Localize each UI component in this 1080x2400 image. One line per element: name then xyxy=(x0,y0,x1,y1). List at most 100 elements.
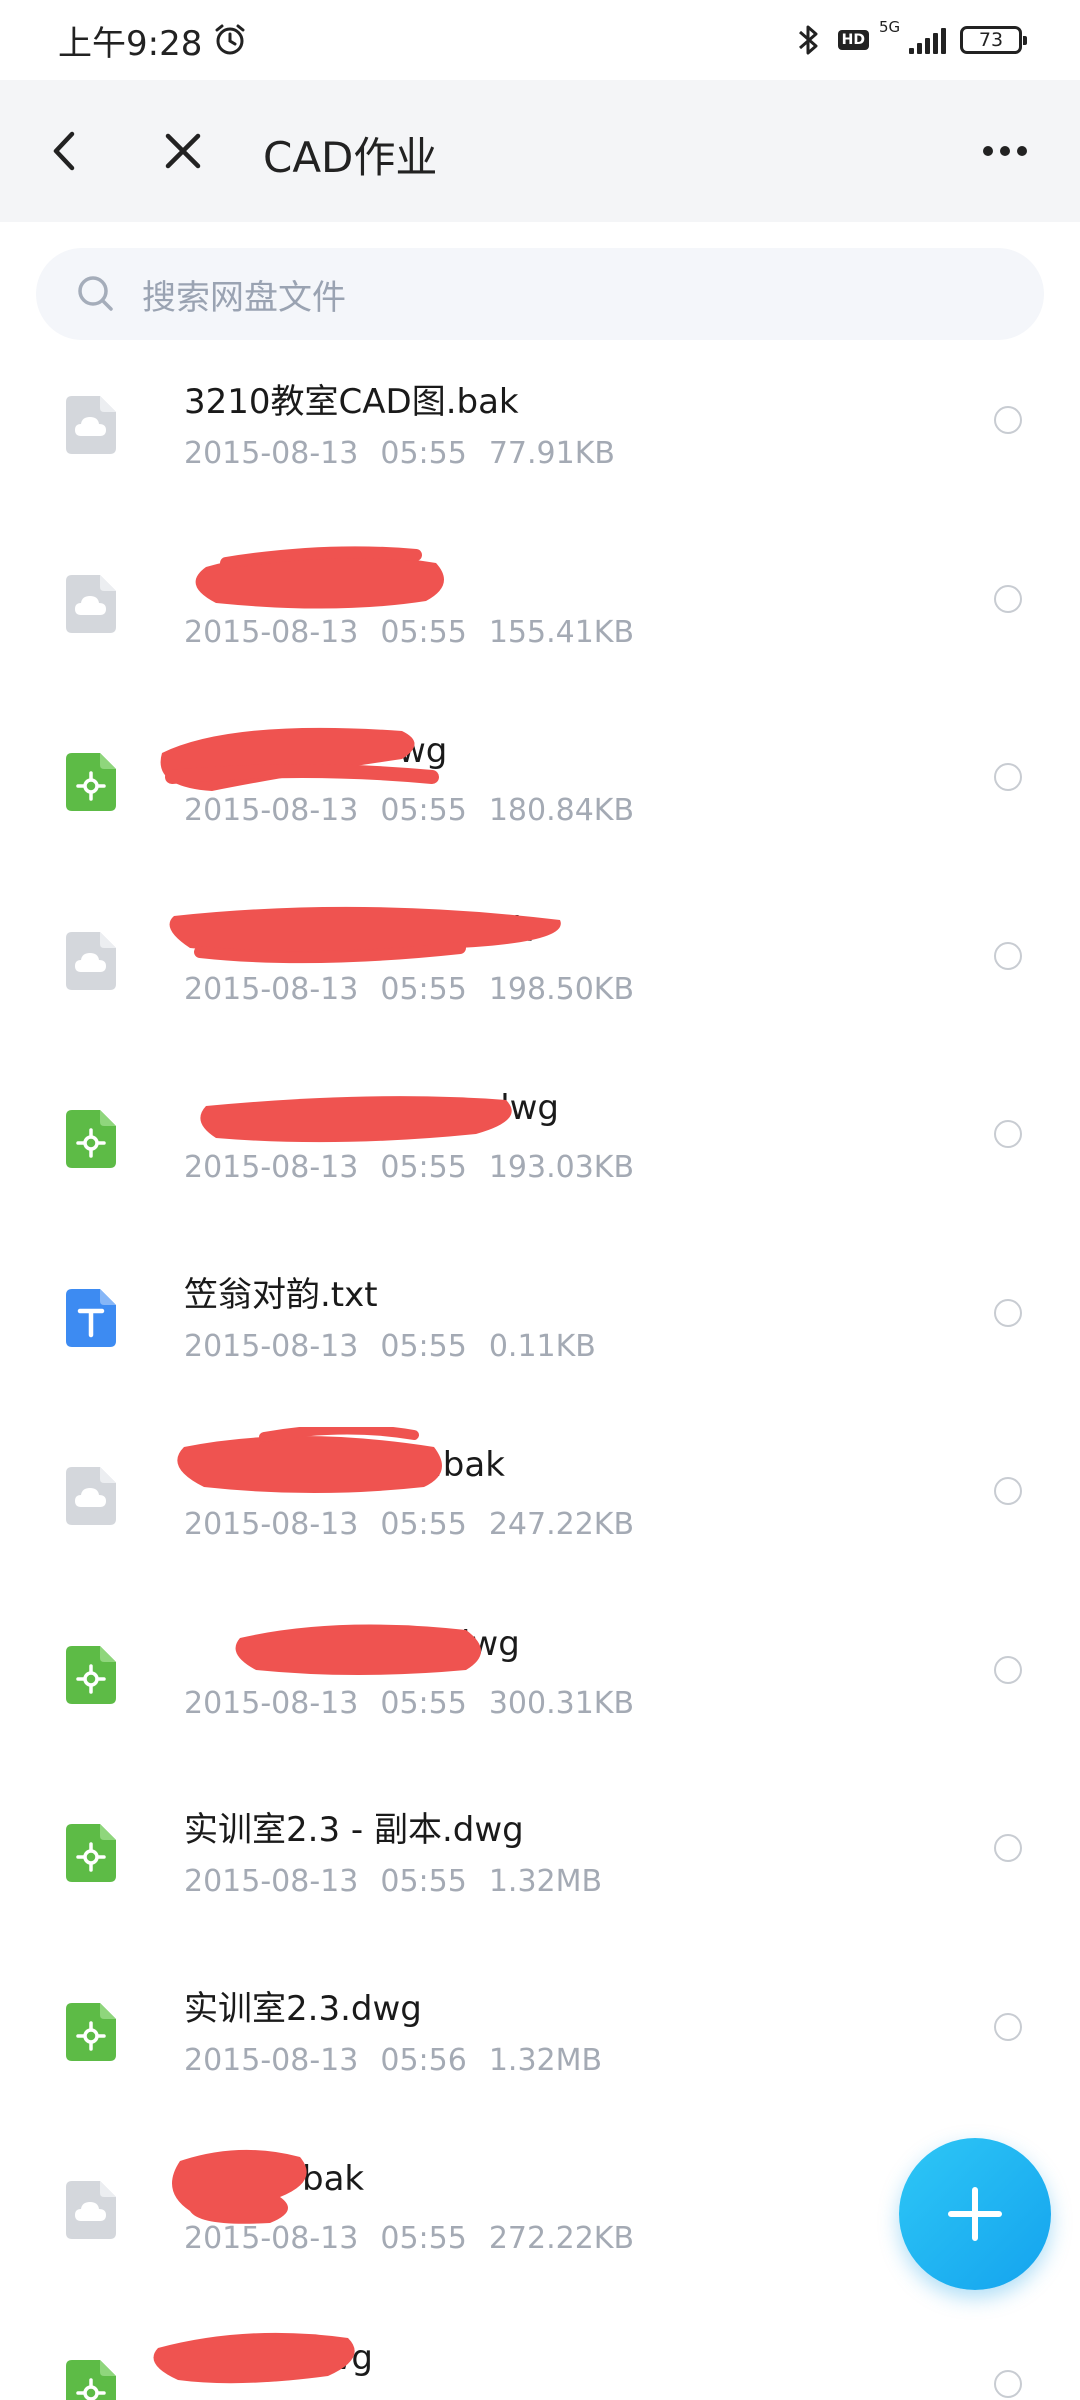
back-arrow-icon[interactable] xyxy=(44,128,84,174)
file-date: 2015-08-13 xyxy=(184,1328,359,1364)
status-time: 上午9:28 xyxy=(58,23,203,64)
cloud-file-icon xyxy=(66,396,116,454)
file-name: .bak xyxy=(432,1445,505,1485)
network-type: 5G xyxy=(879,18,901,36)
file-size: 1.32MB xyxy=(488,2042,603,2078)
file-date: 2015-08-13 xyxy=(184,971,359,1007)
file-size: 272.22KB xyxy=(488,2221,635,2256)
cloud-file-icon xyxy=(66,1467,116,1525)
file-row[interactable]: 3210教室CAD图.bak 2015-08-13 05:55 77.91KB xyxy=(0,352,1080,531)
select-radio[interactable] xyxy=(994,763,1022,791)
more-icon[interactable] xyxy=(980,134,1030,168)
file-date: 2015-08-13 xyxy=(184,1507,359,1542)
file-meta: 2015-08-13 05:56 1.32MB xyxy=(184,2043,602,2078)
bluetooth-icon xyxy=(798,25,818,55)
file-time: 05:55 xyxy=(380,2221,467,2256)
cloud-file-icon xyxy=(66,931,116,990)
select-radio[interactable] xyxy=(994,1120,1022,1148)
file-meta: 2015-08-13 05:55 247.22KB xyxy=(184,1507,634,1542)
file-name: .dwg xyxy=(438,1623,520,1664)
search-icon xyxy=(78,276,113,311)
signal-icon: 5G xyxy=(879,18,946,54)
close-icon[interactable] xyxy=(160,128,206,174)
file-date: 2015-08-13 xyxy=(184,1685,359,1721)
file-list: 3210教室CAD图.bak 2015-08-13 05:55 77.91KB 201… xyxy=(0,352,1080,2400)
file-date: 2015-08-13 xyxy=(184,1864,359,1899)
file-time: 05:55 xyxy=(380,1685,467,1721)
file-row[interactable]: 笠翁对韵.txt 2015-08-13 05:55 0.11KB xyxy=(0,1245,1080,1424)
file-name: bak xyxy=(302,2159,365,2199)
text-file-icon xyxy=(66,1288,116,1347)
file-size: 198.50KB xyxy=(488,971,635,1007)
file-size: 1.32MB xyxy=(488,1864,603,1899)
select-radio[interactable] xyxy=(994,1834,1022,1862)
select-radio[interactable] xyxy=(994,941,1022,970)
file-name: dwg xyxy=(488,1088,559,1128)
file-meta: 2015-08-13 05:55 272.22KB xyxy=(184,2221,634,2256)
plus-icon xyxy=(948,2187,1002,2241)
file-name: 实训室2.3 - 副本.dwg xyxy=(184,1810,524,1850)
cad-file-icon xyxy=(66,2359,116,2400)
file-time: 05:55 xyxy=(380,1507,467,1542)
search-placeholder: 搜索网盘文件 xyxy=(142,277,346,318)
file-meta: 2015-08-13 05:55 180.84KB xyxy=(184,793,634,828)
file-time: 05:55 xyxy=(380,1150,467,1185)
search-input[interactable]: 搜索网盘文件 xyxy=(36,248,1044,340)
file-date: 2015-08-13 xyxy=(184,793,359,828)
file-row[interactable]: 实训室2.3 - 副本.dwg 2015-08-13 05:55 1.32MB xyxy=(0,1780,1080,1959)
file-name: 笠翁对韵.txt xyxy=(184,1274,378,1315)
file-time: 05:55 xyxy=(380,1328,467,1364)
select-radio[interactable] xyxy=(994,584,1022,613)
file-name: dwg xyxy=(302,2337,373,2378)
cad-file-icon xyxy=(66,1110,116,1168)
file-row[interactable]: dwg 2015-08-13 05:55 193.03KB xyxy=(0,1066,1080,1245)
folder-title: CAD作业 xyxy=(263,133,438,182)
cad-file-icon xyxy=(66,2002,116,2061)
file-date: 2015-08-13 xyxy=(184,614,359,650)
hd-badge: HD xyxy=(837,30,869,50)
select-radio[interactable] xyxy=(994,2369,1022,2398)
add-button[interactable] xyxy=(899,2138,1051,2290)
file-time: 05:55 xyxy=(380,1864,467,1899)
file-size: 180.84KB xyxy=(488,793,635,828)
file-time: 05:55 xyxy=(380,971,467,1007)
file-row[interactable]: wg 2015-08-13 05:55 180.84KB xyxy=(0,709,1080,888)
file-size: 247.22KB xyxy=(488,1507,635,1542)
file-size: 77.91KB xyxy=(488,436,615,471)
file-size: 300.31KB xyxy=(488,1685,635,1721)
file-meta: 2015-08-13 05:55 193.03KB xyxy=(184,1150,634,1185)
file-size: 0.11KB xyxy=(488,1328,596,1364)
file-time: 05:56 xyxy=(380,2042,467,2078)
file-meta: 2015-08-13 05:55 155.41KB xyxy=(184,615,634,650)
file-row[interactable]: dwg xyxy=(0,2316,1080,2400)
redaction-mark xyxy=(153,2332,355,2383)
status-bar: 上午9:28 HD 5G 73 xyxy=(0,0,1080,80)
file-name: wg xyxy=(398,731,448,771)
battery-icon: 73 xyxy=(960,26,1027,54)
file-size: 155.41KB xyxy=(488,614,635,650)
select-radio[interactable] xyxy=(994,1298,1022,1327)
select-radio[interactable] xyxy=(994,1477,1022,1505)
file-meta: 2015-08-13 05:55 0.11KB xyxy=(184,1329,596,1364)
select-radio[interactable] xyxy=(994,2012,1022,2041)
file-time: 05:55 xyxy=(380,793,467,828)
select-radio[interactable] xyxy=(994,406,1022,434)
file-meta: 2015-08-13 05:55 198.50KB xyxy=(184,972,634,1007)
file-size: 193.03KB xyxy=(488,1150,635,1185)
file-row[interactable]: bak 2015-08-13 05:55 198.50KB xyxy=(0,888,1080,1067)
file-time: 05:55 xyxy=(380,614,467,650)
file-date: 2015-08-13 xyxy=(184,436,359,471)
file-time: 05:55 xyxy=(380,436,467,471)
file-row[interactable]: .bak 2015-08-13 05:55 247.22KB xyxy=(0,1423,1080,1602)
file-row[interactable]: 2015-08-13 05:55 155.41KB xyxy=(0,531,1080,710)
file-meta: 2015-08-13 05:55 300.31KB xyxy=(184,1686,634,1721)
select-radio[interactable] xyxy=(994,1655,1022,1684)
file-row[interactable]: .dwg 2015-08-13 05:55 300.31KB xyxy=(0,1602,1080,1781)
top-bar: CAD作业 xyxy=(0,80,1080,222)
cad-file-icon xyxy=(66,753,116,811)
file-row[interactable]: 实训室2.3.dwg 2015-08-13 05:56 1.32MB xyxy=(0,1959,1080,2138)
file-name: 3210教室CAD图.bak xyxy=(184,382,519,422)
cloud-file-icon xyxy=(66,2181,116,2239)
cad-file-icon xyxy=(66,1645,116,1704)
alarm-icon xyxy=(215,24,245,55)
